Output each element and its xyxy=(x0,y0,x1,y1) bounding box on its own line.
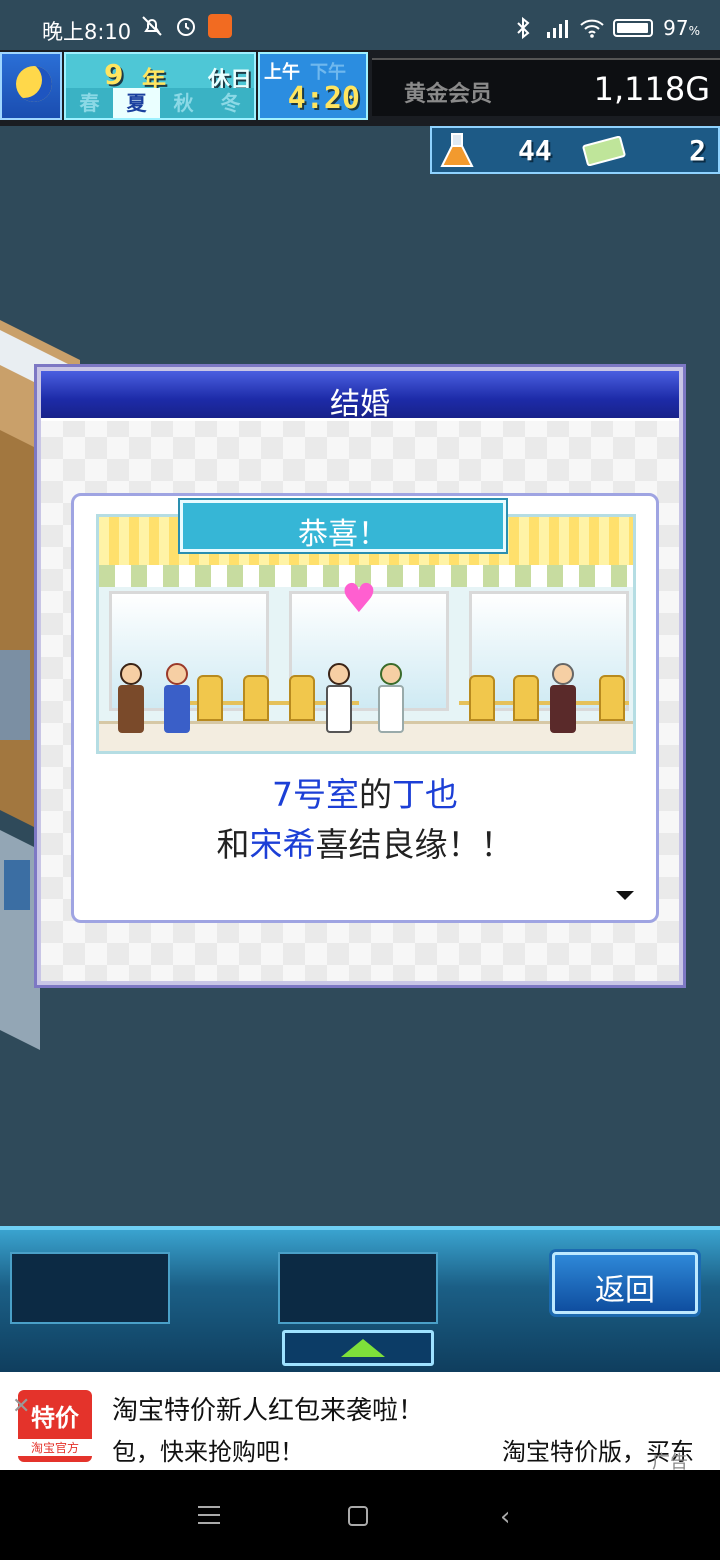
game-bottom-bar: 返回 xyxy=(0,1226,720,1372)
back-button-label: 返回 xyxy=(595,1273,655,1308)
member-label: 黄金会员 xyxy=(404,82,493,107)
scene-chair xyxy=(513,675,539,721)
season-row: 春 夏 秋 冬 xyxy=(66,88,254,118)
back-button[interactable]: 返回 xyxy=(552,1252,698,1314)
flask-icon xyxy=(438,132,476,170)
season-autumn: 秋 xyxy=(160,88,207,118)
mute-icon xyxy=(140,14,164,38)
marriage-dialog[interactable]: 结婚 ♥ 恭喜！ 7号室的丁也 和宋希喜结良缘！！ xyxy=(34,364,686,988)
officiant-sprite xyxy=(547,663,577,733)
ad-logo-subtext: 淘宝官方 xyxy=(18,1439,92,1456)
scene-chair xyxy=(243,675,269,721)
congrats-text: 恭喜！ xyxy=(298,517,388,552)
wifi-icon xyxy=(579,16,604,40)
dialog-title-bar: 结婚 xyxy=(41,371,679,422)
home-icon[interactable] xyxy=(348,1506,368,1526)
back-icon[interactable]: ‹ xyxy=(500,1502,510,1532)
ticket-icon xyxy=(582,135,626,167)
clock-panel: 上午 下午 4:20 xyxy=(258,52,368,120)
scene-chair xyxy=(469,675,495,721)
time-of-day-indicator[interactable] xyxy=(0,52,62,120)
message-card[interactable]: ♥ 恭喜！ 7号室的丁也 和宋希喜结良缘！！ xyxy=(71,493,659,923)
battery-icon xyxy=(613,19,654,37)
moon-icon xyxy=(16,66,52,102)
empty-slot-2[interactable] xyxy=(278,1252,438,1324)
arrow-up-icon xyxy=(341,1339,385,1357)
tenant-name-2: 宋希 xyxy=(249,825,316,864)
status-left-icons xyxy=(140,14,232,38)
tenant-name-1: 丁也 xyxy=(392,775,458,814)
ad-headline: 淘宝特价新人红包来袭啦！ xyxy=(112,1396,425,1426)
close-icon[interactable]: ✕ xyxy=(12,1394,30,1419)
guest-sprite xyxy=(161,663,191,733)
gold-panel: 黄金会员 1,118G xyxy=(372,58,720,116)
scene-chair xyxy=(599,675,625,721)
season-spring: 春 xyxy=(66,88,113,118)
season-summer: 夏 xyxy=(113,88,160,118)
dialog-title: 结婚 xyxy=(330,387,390,422)
research-points: 44 xyxy=(518,134,552,167)
year-number: 9 xyxy=(104,58,124,91)
bride-sprite xyxy=(375,663,405,733)
expand-menu-button[interactable] xyxy=(282,1330,434,1366)
menu-icon[interactable] xyxy=(198,1506,220,1524)
ad-subline: 包，快来抢购吧！ xyxy=(112,1438,304,1466)
gold-amount: 1,118G xyxy=(593,70,710,108)
game-clock: 4:20 xyxy=(287,81,360,116)
message-line-1: 7号室的丁也 xyxy=(74,768,656,816)
groom-sprite xyxy=(323,663,353,733)
dialog-body: 结婚 ♥ 恭喜！ 7号室的丁也 和宋希喜结良缘！！ xyxy=(41,371,679,981)
message-particle: 的 xyxy=(359,775,392,814)
ticket-count: 2 xyxy=(689,134,706,167)
empty-slot-1[interactable] xyxy=(10,1252,170,1324)
message-prefix: 和 xyxy=(216,825,250,864)
bluetooth-icon xyxy=(511,16,535,40)
season-winter: 冬 xyxy=(207,88,254,118)
status-right: 97% xyxy=(511,16,700,40)
guest-sprite xyxy=(115,663,145,733)
resource-bar: 44 2 xyxy=(430,126,720,174)
room-number: 7号室 xyxy=(272,775,359,814)
congrats-banner: 恭喜！ xyxy=(180,500,506,552)
app-notification-icon xyxy=(208,14,232,38)
ad-banner[interactable]: 特价 淘宝官方 ✕ 淘宝特价新人红包来袭啦！ 包，快来抢购吧！ 淘宝特价版，买东… xyxy=(0,1372,720,1473)
battery-level: 97% xyxy=(663,16,700,40)
game-hud: 9 年 休日 春 夏 秋 冬 上午 下午 4:20 黄金会员 1,118G xyxy=(0,50,720,126)
signal-icon xyxy=(545,16,569,40)
system-nav-bar: ‹ xyxy=(0,1470,720,1560)
scene-chair xyxy=(197,675,223,721)
message-line-2: 和宋希喜结良缘！！ xyxy=(74,818,656,866)
message-suffix: 喜结良缘！！ xyxy=(315,825,514,864)
calendar-panel[interactable]: 9 年 休日 春 夏 秋 冬 xyxy=(64,52,256,120)
next-arrow-icon[interactable] xyxy=(616,891,634,900)
scene-chair xyxy=(289,675,315,721)
status-time: 晚上8:10 xyxy=(42,20,132,44)
alarm-icon xyxy=(174,14,198,38)
hearts-icon: ♥ xyxy=(341,576,377,622)
